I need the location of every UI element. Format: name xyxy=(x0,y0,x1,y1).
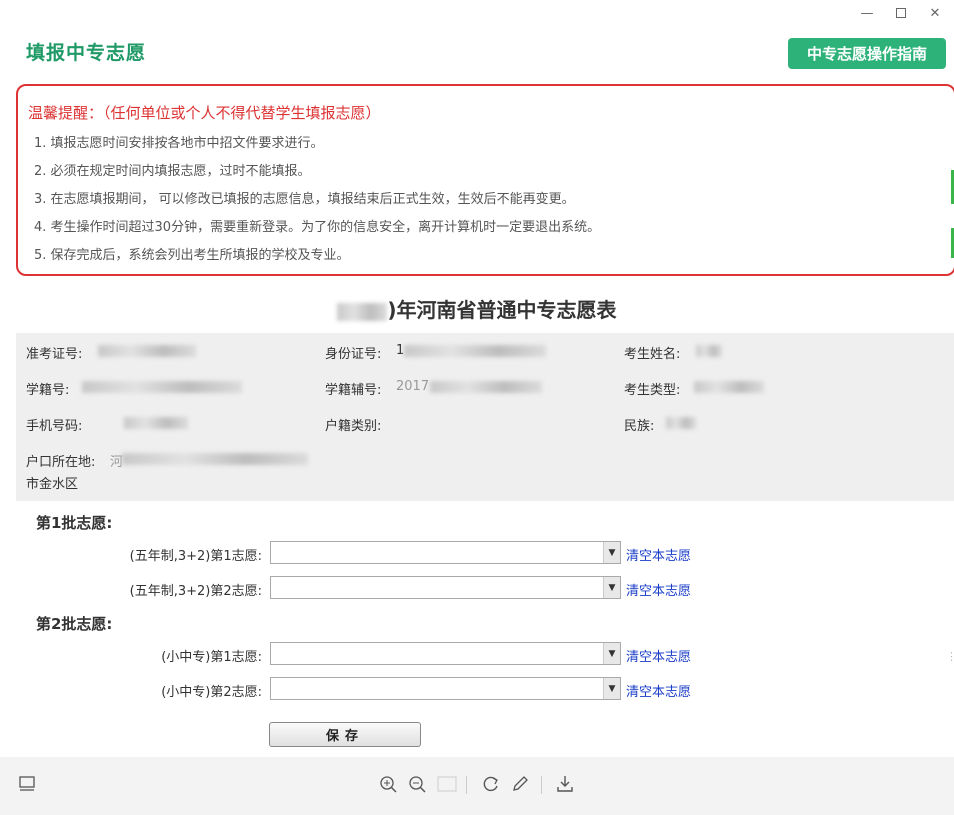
notice-item: 2. 必须在规定时间内填报志愿，过时不能填报。 xyxy=(34,164,311,179)
student-no-label: 学籍号: xyxy=(26,383,70,398)
save-button[interactable]: 保存 xyxy=(269,722,421,747)
ethnicity-label: 民族: xyxy=(624,419,655,434)
toolbar-divider xyxy=(541,776,542,794)
redacted-value xyxy=(124,417,188,429)
notice-box: 温馨提醒：（任何单位或个人不得代替学生填报志愿） 1. 填报志愿时间安排按各地市… xyxy=(16,84,954,276)
student-info-panel: 准考证号: 身份证号: 1 考生姓名: 学籍号: 学籍辅号: 2017 考生类型… xyxy=(16,333,954,501)
clear-choice-link[interactable]: 清空本志愿 xyxy=(626,681,691,700)
edit-icon[interactable] xyxy=(509,773,531,795)
residence-label: 户口所在地: xyxy=(26,455,96,470)
redacted-value xyxy=(122,453,308,465)
batch2-title: 第2批志愿: xyxy=(36,615,113,633)
redacted-year xyxy=(337,302,388,321)
choice-select[interactable]: ▼ xyxy=(270,642,621,665)
choice-label: (五年制,3+2)第2志愿: xyxy=(129,584,262,599)
redacted-value xyxy=(430,381,542,393)
batch1-title: 第1批志愿: xyxy=(36,514,113,532)
viewer-toolbar xyxy=(0,757,954,815)
choice-label: (小中专)第2志愿: xyxy=(161,685,262,700)
id-no-label: 身份证号: xyxy=(325,347,382,362)
window: — ✕ 填报中专志愿 中专志愿操作指南 温馨提醒：（任何单位或个人不得代替学生填… xyxy=(0,0,954,815)
household-type-label: 户籍类别: xyxy=(325,419,382,434)
admission-no-label: 准考证号: xyxy=(26,347,83,362)
notice-item: 3. 在志愿填报期间， 可以修改已填报的志愿信息，填报结束后正式生效，生效后不能… xyxy=(34,192,575,207)
name-label: 考生姓名: xyxy=(624,347,681,362)
chevron-down-icon[interactable]: ▼ xyxy=(603,643,620,664)
minimize-icon[interactable]: — xyxy=(858,4,876,22)
guide-button[interactable]: 中专志愿操作指南 xyxy=(788,38,946,69)
chevron-down-icon[interactable]: ▼ xyxy=(603,678,620,699)
rotate-icon[interactable] xyxy=(480,773,502,795)
choice-select[interactable]: ▼ xyxy=(270,677,621,700)
download-icon[interactable] xyxy=(554,773,576,795)
type-label: 考生类型: xyxy=(624,383,681,398)
clear-choice-link[interactable]: 清空本志愿 xyxy=(626,646,691,665)
choice-select[interactable]: ▼ xyxy=(270,541,621,564)
notice-item: 5. 保存完成后，系统会列出考生所填报的学校及专业。 xyxy=(34,248,350,263)
chevron-down-icon[interactable]: ▼ xyxy=(603,577,620,598)
fit-page-icon[interactable] xyxy=(436,773,458,795)
redacted-value xyxy=(696,345,722,357)
choice-label: (小中专)第1志愿: xyxy=(161,650,262,665)
redacted-value xyxy=(694,381,764,393)
edge-fragment: ⋮ xyxy=(946,650,954,663)
chevron-down-icon[interactable]: ▼ xyxy=(603,542,620,563)
student-aux-label: 学籍辅号: xyxy=(325,383,382,398)
choice-label: (五年制,3+2)第1志愿: xyxy=(129,549,262,564)
redacted-value xyxy=(98,345,196,357)
maximize-icon[interactable] xyxy=(892,4,910,22)
clear-choice-link[interactable]: 清空本志愿 xyxy=(626,545,691,564)
notice-heading: 温馨提醒：（任何单位或个人不得代替学生填报志愿） xyxy=(28,104,381,122)
thumbnail-icon[interactable] xyxy=(16,773,38,795)
zoom-in-icon[interactable] xyxy=(377,773,399,795)
notice-item: 4. 考生操作时间超过30分钟，需要重新登录。为了你的信息安全，离开计算机时一定… xyxy=(34,220,601,235)
residence-value-line2: 市金水区 xyxy=(26,477,79,492)
redacted-value xyxy=(82,381,242,393)
window-controls: — ✕ xyxy=(858,4,944,22)
notice-item: 1. 填报志愿时间安排按各地市中招文件要求进行。 xyxy=(34,136,324,151)
phone-label: 手机号码: xyxy=(26,419,83,434)
form-title: )年河南省普通中专志愿表 xyxy=(0,294,954,323)
clear-choice-link[interactable]: 清空本志愿 xyxy=(626,580,691,599)
student-aux-value: 2017 xyxy=(396,379,430,394)
zoom-out-icon[interactable] xyxy=(406,773,428,795)
close-icon[interactable]: ✕ xyxy=(926,4,944,22)
choice-select[interactable]: ▼ xyxy=(270,576,621,599)
redacted-value xyxy=(404,345,546,357)
redacted-value xyxy=(666,417,696,429)
toolbar-divider xyxy=(466,776,467,794)
page-title: 填报中专志愿 xyxy=(26,42,147,64)
